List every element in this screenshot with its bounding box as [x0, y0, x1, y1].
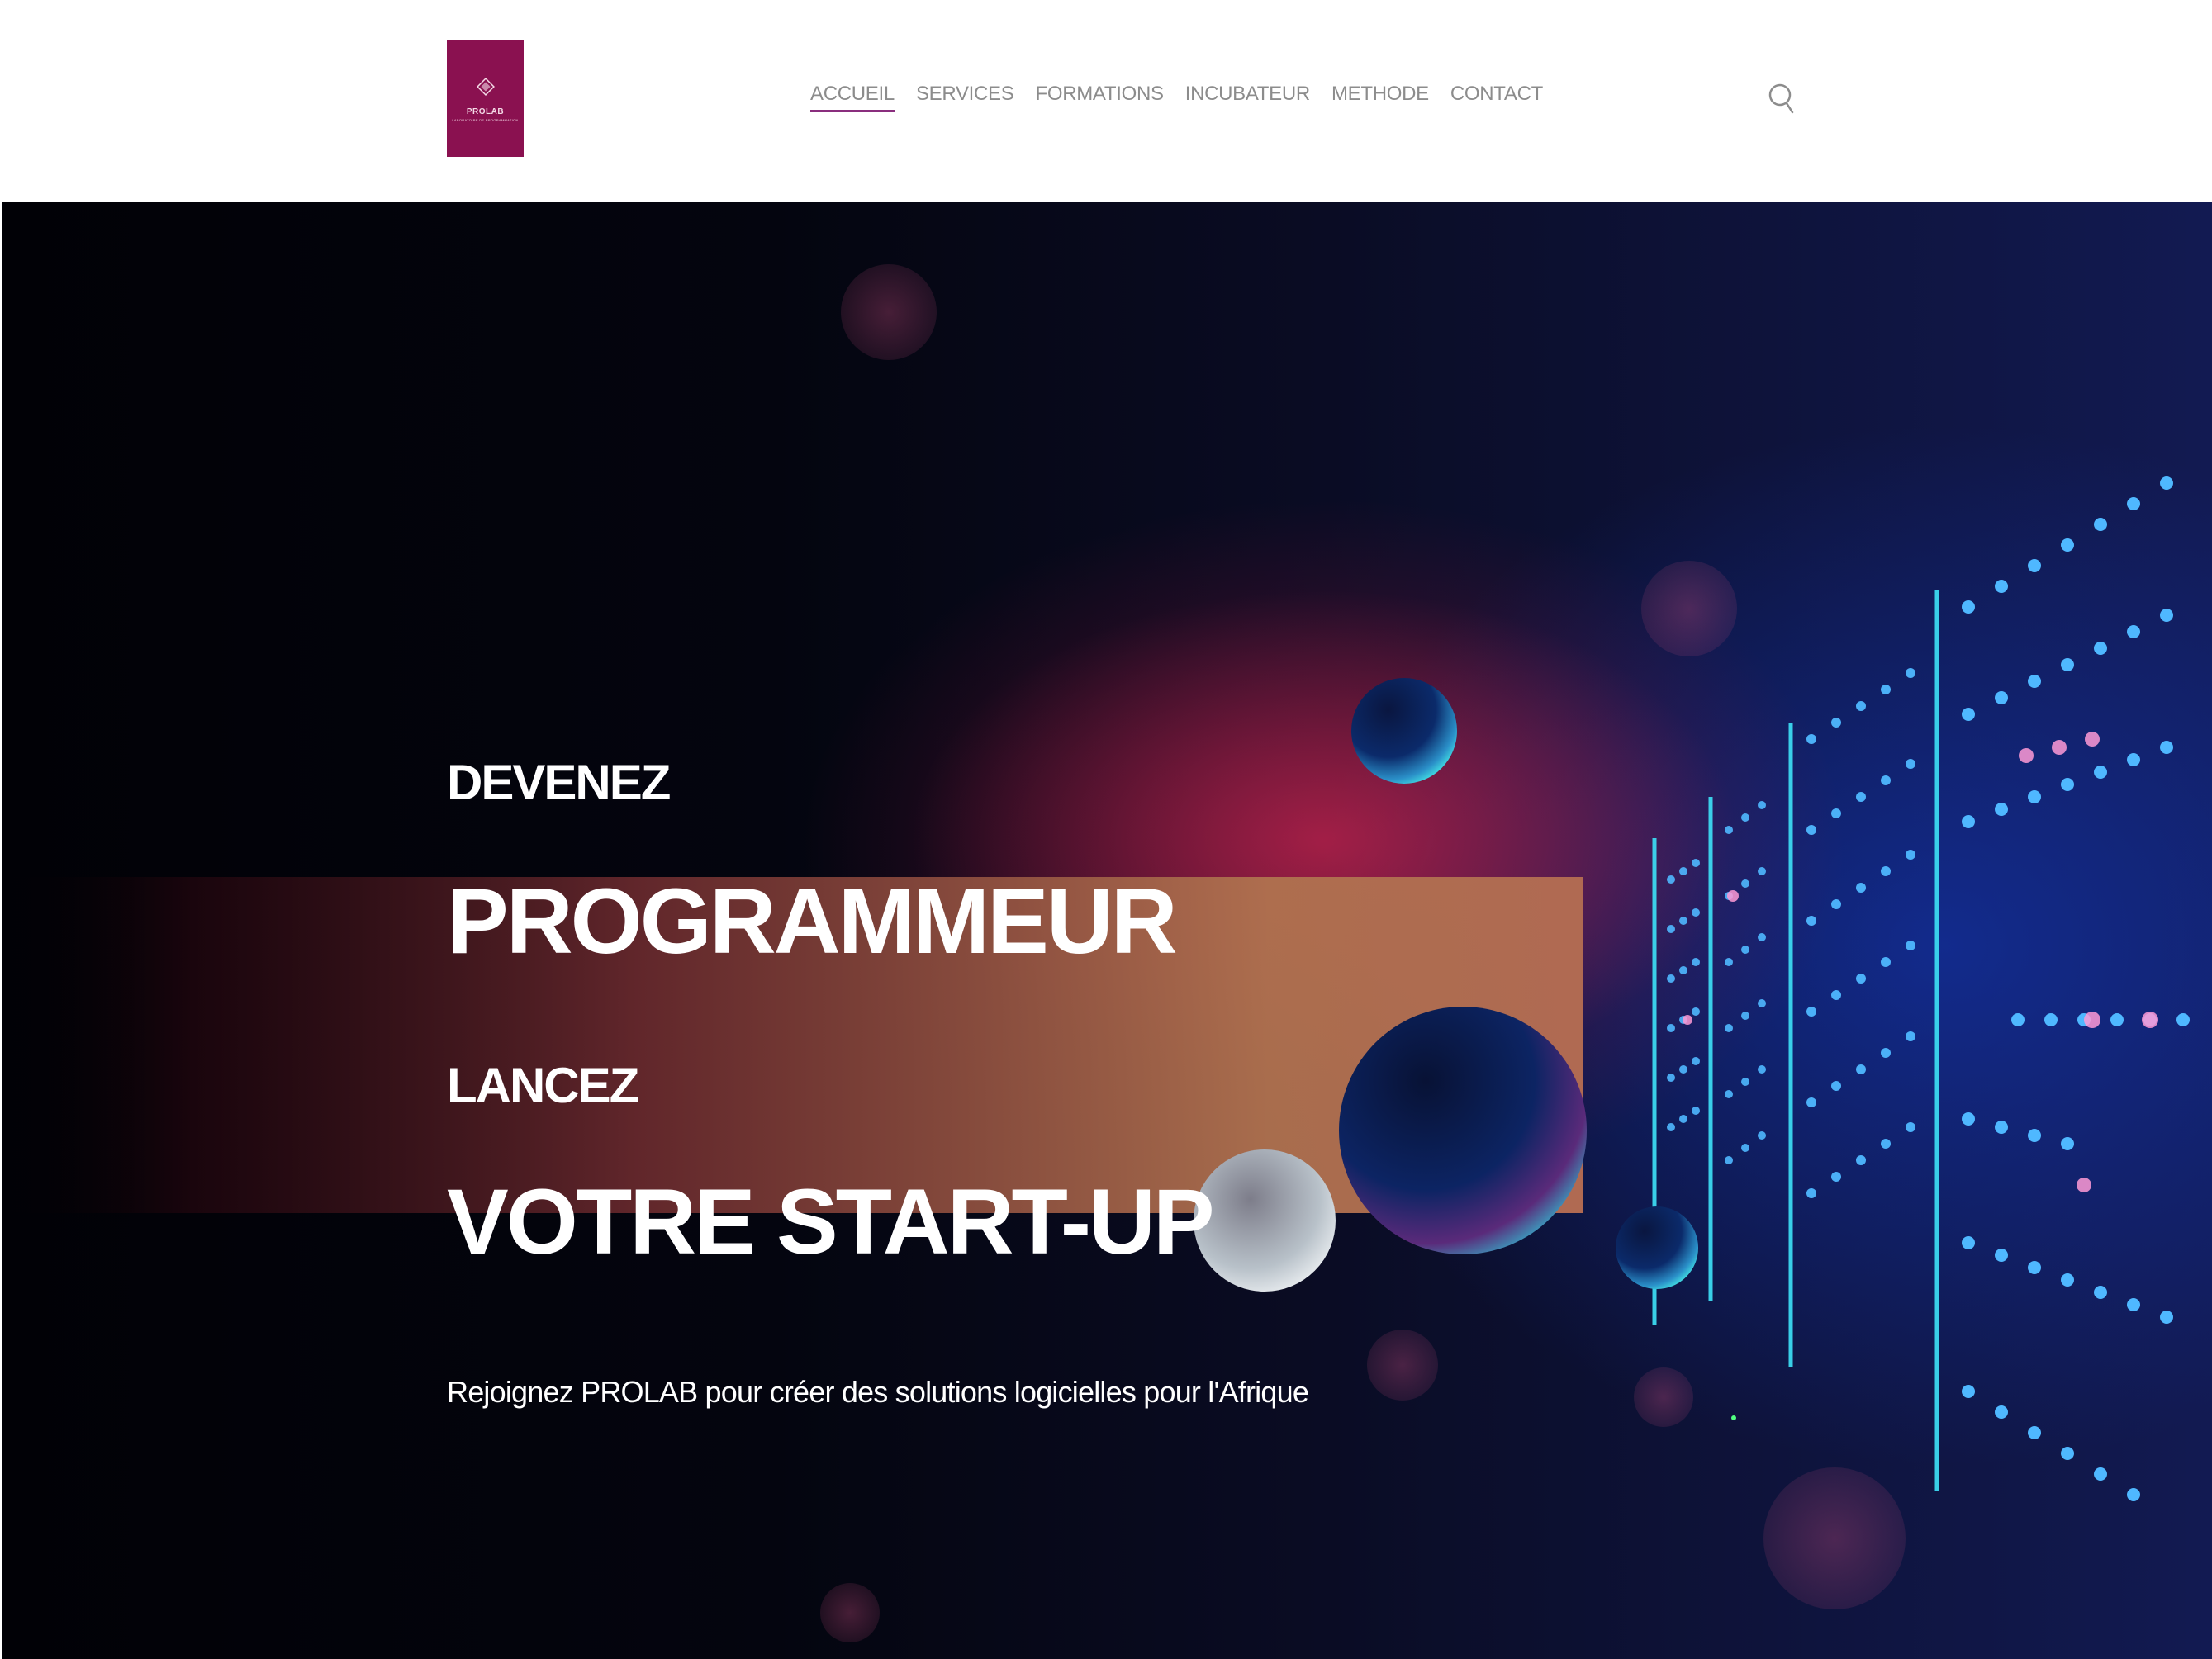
- hero-section: DEVENEZ PROGRAMMEUR LANCEZ VOTRE START-U…: [2, 202, 2212, 1659]
- site-header: PROLAB LABORATOIRE DE PROGRAMMATION ACCU…: [0, 0, 2212, 202]
- logo-subtitle: LABORATOIRE DE PROGRAMMATION: [452, 118, 519, 122]
- nav-item-accueil[interactable]: ACCUEIL: [810, 83, 895, 112]
- hero-tagline: Rejoignez PROLAB pour créer des solution…: [447, 1375, 1309, 1409]
- logo-mark-icon: [476, 78, 495, 96]
- nav-item-formations[interactable]: FORMATIONS: [1035, 83, 1164, 112]
- nav-item-incubateur[interactable]: INCUBATEUR: [1185, 83, 1311, 112]
- search-button[interactable]: [1767, 80, 1797, 116]
- search-icon: [1768, 83, 1794, 114]
- hero-line-startup: VOTRE START-UP: [447, 1170, 1215, 1273]
- hero-line-devenez: DEVENEZ: [447, 755, 671, 810]
- nav-item-contact[interactable]: CONTACT: [1450, 83, 1543, 112]
- main-nav: ACCUEIL SERVICES FORMATIONS INCUBATEUR M…: [810, 83, 1543, 112]
- prolab-logo[interactable]: PROLAB LABORATOIRE DE PROGRAMMATION: [447, 40, 524, 157]
- nav-item-methode[interactable]: METHODE: [1331, 83, 1429, 112]
- hero-line-programmeur: PROGRAMMEUR: [447, 870, 1178, 973]
- hero-line-lancez: LANCEZ: [447, 1058, 639, 1113]
- logo-name: PROLAB: [466, 107, 505, 116]
- nav-item-services[interactable]: SERVICES: [916, 83, 1014, 112]
